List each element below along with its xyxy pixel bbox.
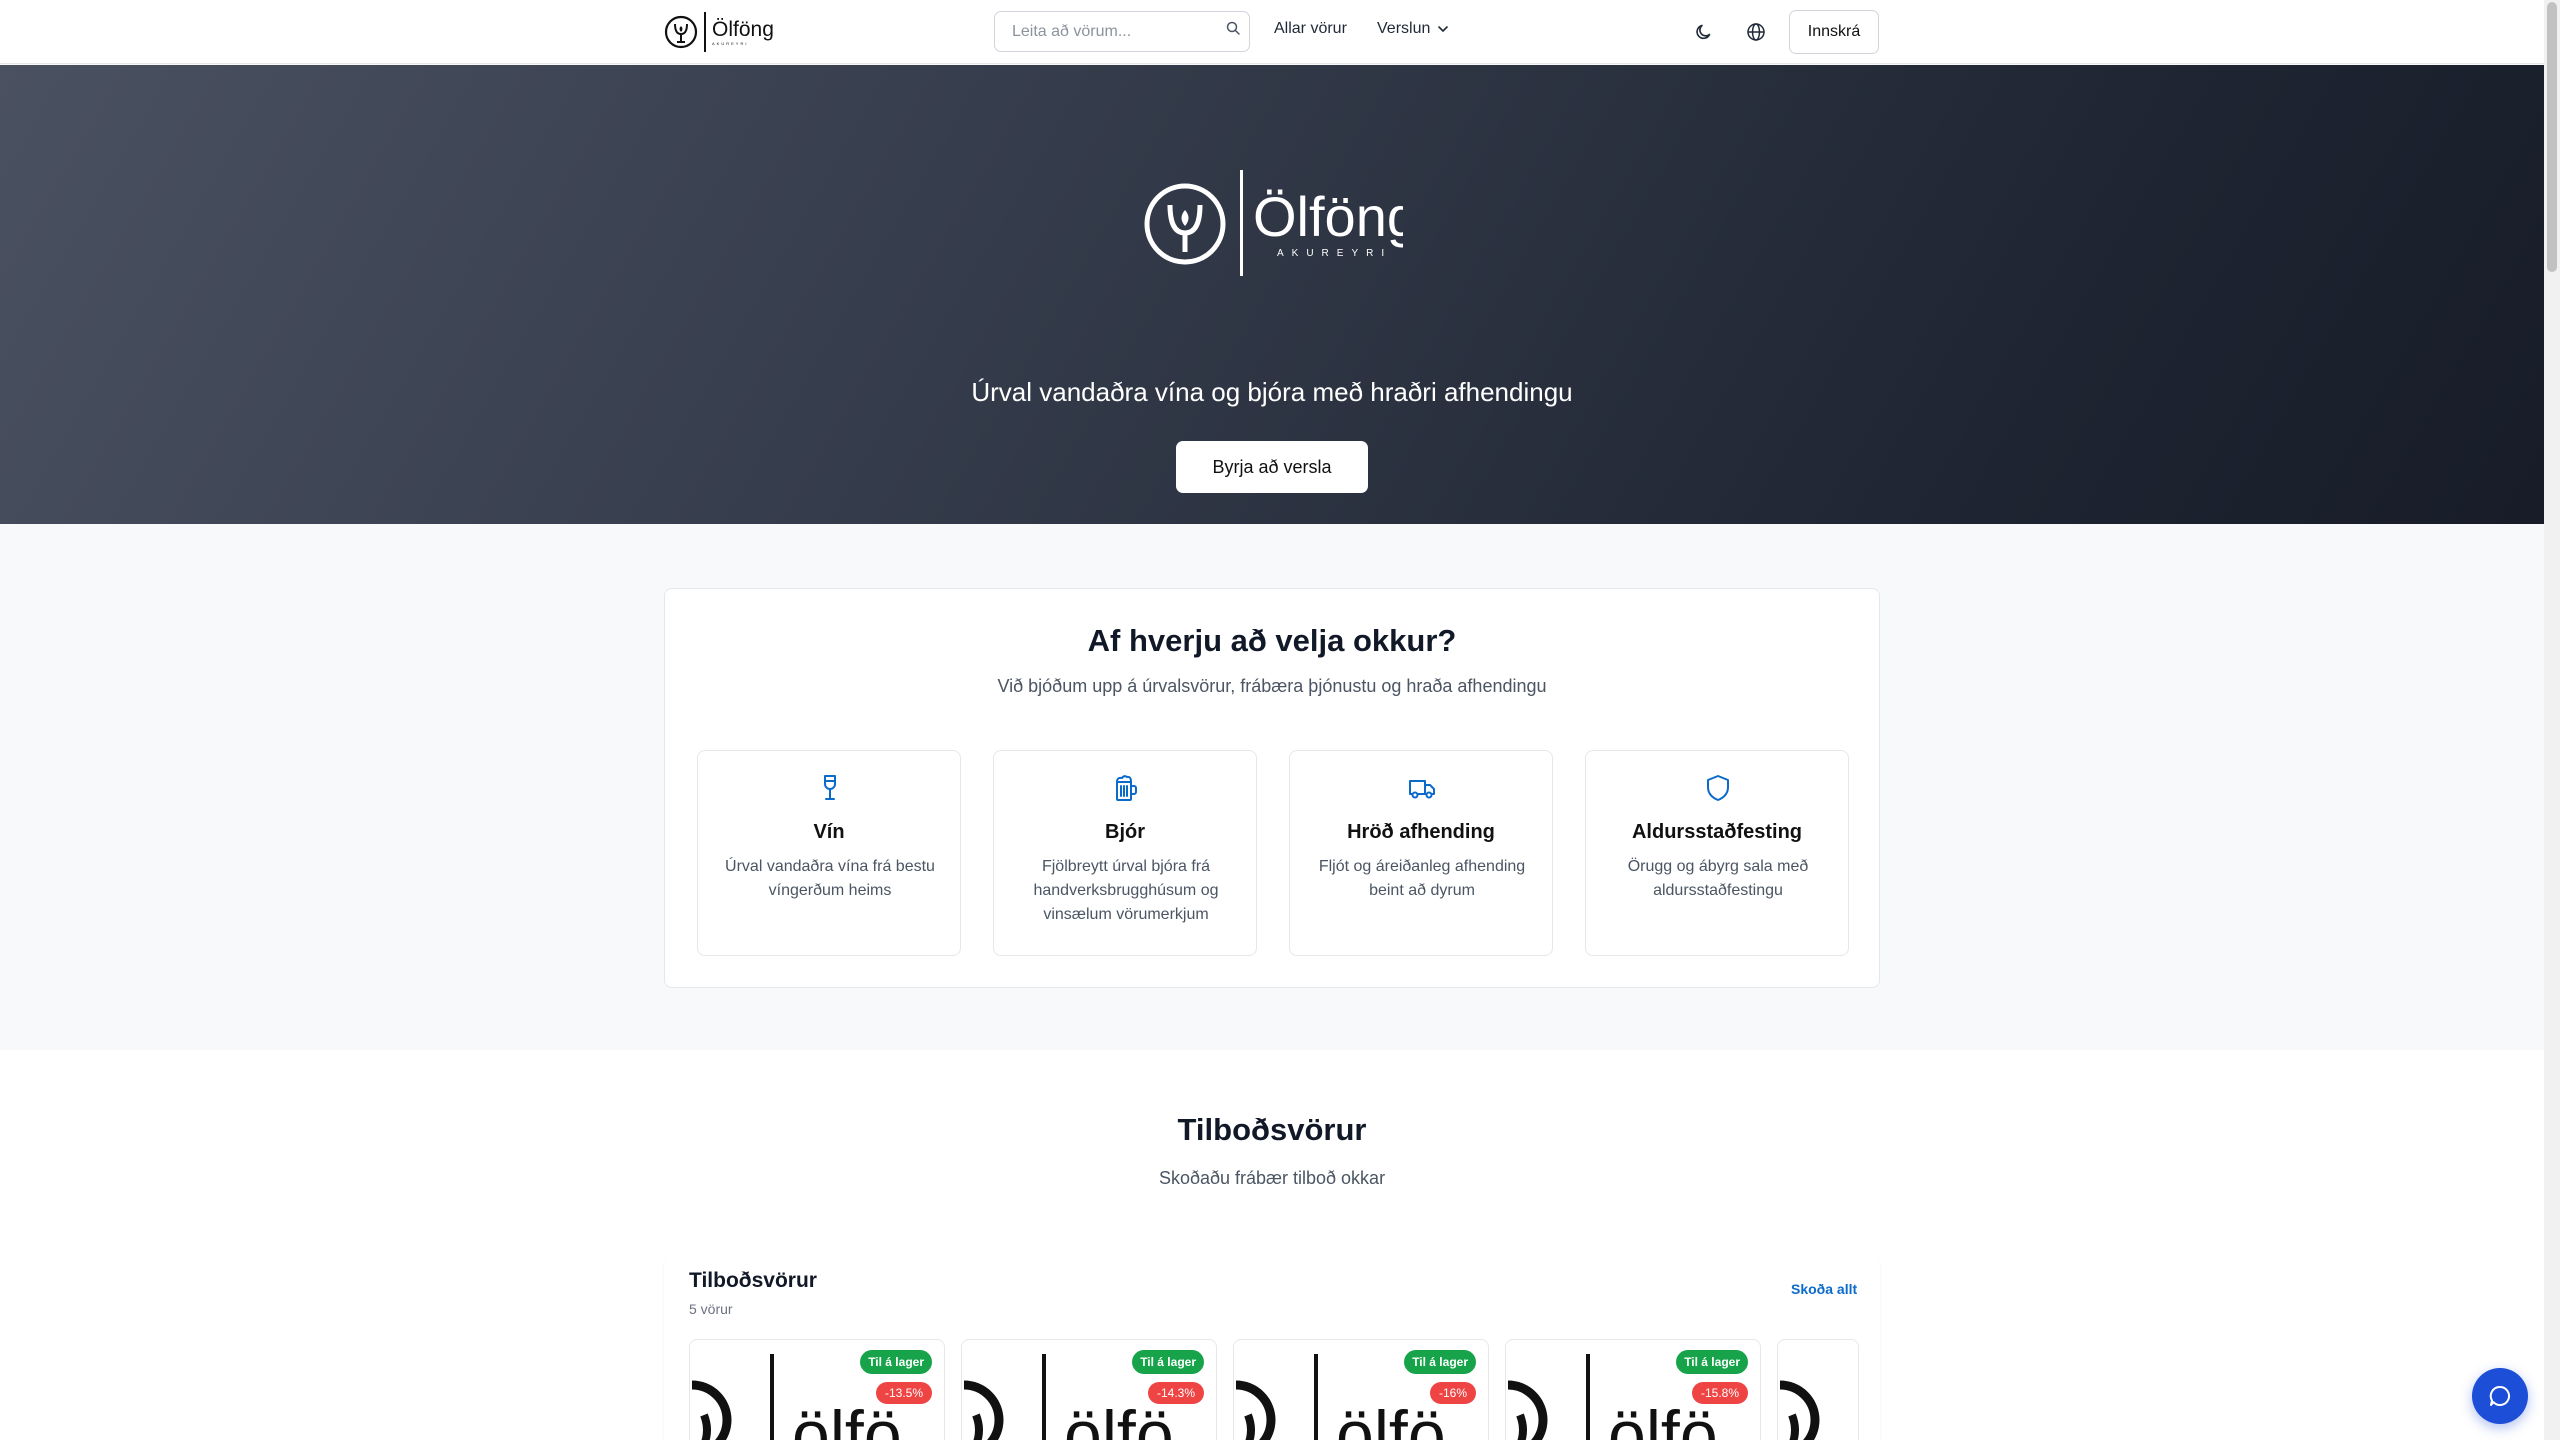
hero-brand-logo: Ölföng AKUREYRI xyxy=(1144,170,1403,276)
brand-subline: AKUREYRI xyxy=(712,40,749,46)
offers-panel: Tilboðsvörur 5 vörur Skoða allt ölfö Til… xyxy=(664,1255,1880,1440)
why-choose-us-section: Af hverju að velja okkur? Við bjóðum upp… xyxy=(0,524,2544,1050)
feature-card-wine: Vín Úrval vandaðra vína frá bestu vínger… xyxy=(697,750,961,956)
feature-card-age-verification: Aldursstaðfesting Örugg og ábyrg sala me… xyxy=(1585,750,1849,956)
moon-icon xyxy=(1696,24,1711,40)
feature-title: Vín xyxy=(813,821,845,843)
chat-bubble-icon xyxy=(2489,1385,2511,1406)
dark-mode-toggle[interactable] xyxy=(1688,16,1720,48)
product-count: 5 vörur xyxy=(689,1301,733,1317)
nav-shop-label: Verslun xyxy=(1377,20,1431,37)
discount-badge: -15.8% xyxy=(1691,1382,1748,1404)
product-card-partial[interactable] xyxy=(1777,1339,1859,1440)
feature-title: Aldursstaðfesting xyxy=(1631,821,1803,843)
why-card: Af hverju að velja okkur? Við bjóðum upp… xyxy=(664,588,1880,988)
hero-brand-subline: AKUREYRI xyxy=(1277,248,1392,259)
feature-description: Úrval vandaðra vína frá bestu víngerðum … xyxy=(725,858,935,899)
nav-all-products[interactable]: Allar vörur xyxy=(1274,20,1347,38)
discount-badge: -16% xyxy=(1429,1382,1476,1404)
beer-mug-icon xyxy=(1116,775,1137,801)
offers-section: Tilboðsvörur Skoðaðu frábær tilboð okkar… xyxy=(0,1050,2544,1440)
feature-card-delivery: Hröð afhending Fljót og áreiðanleg afhen… xyxy=(1289,750,1553,956)
hero-wine-emblem-icon xyxy=(1144,183,1226,265)
in-stock-badge: Til á lager xyxy=(860,1350,932,1374)
logo-divider xyxy=(704,12,706,52)
see-all-link[interactable]: Skoða allt xyxy=(1791,1281,1857,1297)
product-card[interactable]: ölfö Til á lager -14.3% xyxy=(961,1339,1217,1440)
hero-brand-name: Ölföng xyxy=(1253,185,1403,248)
language-switcher[interactable] xyxy=(1740,16,1772,48)
scrollbar-thumb[interactable] xyxy=(2547,2,2557,272)
hero-tagline: Úrval vandaðra vína og bjóra með hraðri … xyxy=(971,377,1573,407)
offers-subtitle: Skoðaðu frábær tilboð okkar xyxy=(1158,1168,1386,1188)
login-button[interactable]: Innskrá xyxy=(1789,10,1879,54)
start-shopping-button[interactable]: Byrja að versla xyxy=(1176,441,1368,493)
feature-description: Fjölbreytt úrval bjóra frá handverksbrug… xyxy=(1033,858,1219,923)
panel-title: Tilboðsvörur xyxy=(689,1269,817,1292)
product-card[interactable]: ölfö Til á lager -13.5% xyxy=(689,1339,945,1440)
offers-title: Tilboðsvörur xyxy=(1177,1112,1367,1147)
brand-wordmark: Ölföng AKUREYRI xyxy=(712,19,774,46)
hero-logo-divider xyxy=(1240,170,1243,276)
svg-text:ölfö: ölfö xyxy=(1336,1397,1446,1440)
in-stock-badge: Til á lager xyxy=(1132,1350,1204,1374)
nav-all-products-label: Allar vörur xyxy=(1274,20,1347,37)
in-stock-badge: Til á lager xyxy=(1676,1350,1748,1374)
search-icon[interactable] xyxy=(1225,20,1241,36)
brand-logo[interactable]: Ölföng AKUREYRI xyxy=(664,10,774,54)
search-box xyxy=(994,11,1250,52)
search-input[interactable] xyxy=(995,12,1249,51)
feature-description: Fljót og áreiðanleg afhending beint að d… xyxy=(1318,858,1526,899)
product-image-placeholder xyxy=(1779,1380,1820,1440)
feature-card-beer: Bjór Fjölbreytt úrval bjóra frá handverk… xyxy=(993,750,1257,956)
feature-title: Bjór xyxy=(1105,821,1145,843)
nav-shop-dropdown[interactable]: Verslun xyxy=(1377,20,1450,38)
globe-icon xyxy=(1747,23,1765,41)
hero-section: Ölföng AKUREYRI Úrval vandaðra vína og b… xyxy=(0,65,2544,524)
chat-button[interactable] xyxy=(2472,1368,2528,1424)
feature-title: Hröð afhending xyxy=(1347,821,1495,843)
wine-glass-icon xyxy=(824,775,836,800)
wine-emblem-icon xyxy=(664,15,698,49)
in-stock-badge: Til á lager xyxy=(1404,1350,1476,1374)
product-card[interactable]: ölfö Til á lager -15.8% xyxy=(1505,1339,1761,1440)
feature-description: Örugg og ábyrg sala með aldursstaðfestin… xyxy=(1627,858,1809,899)
shield-icon xyxy=(1707,775,1729,801)
why-subtitle: Við bjóðum upp á úrvalsvörur, frábæra þj… xyxy=(997,676,1547,696)
product-card[interactable]: ölfö Til á lager -16% xyxy=(1233,1339,1489,1440)
top-navbar: Ölföng AKUREYRI Allar vörur Verslun Inns… xyxy=(0,0,2544,64)
discount-badge: -13.5% xyxy=(875,1382,932,1404)
brand-name: Ölföng xyxy=(712,17,774,41)
page-scrollbar[interactable] xyxy=(2544,0,2560,1440)
discount-badge: -14.3% xyxy=(1147,1382,1204,1404)
chevron-down-icon xyxy=(1438,26,1449,32)
truck-icon xyxy=(1409,780,1435,799)
why-title: Af hverju að velja okkur? xyxy=(1087,623,1457,658)
